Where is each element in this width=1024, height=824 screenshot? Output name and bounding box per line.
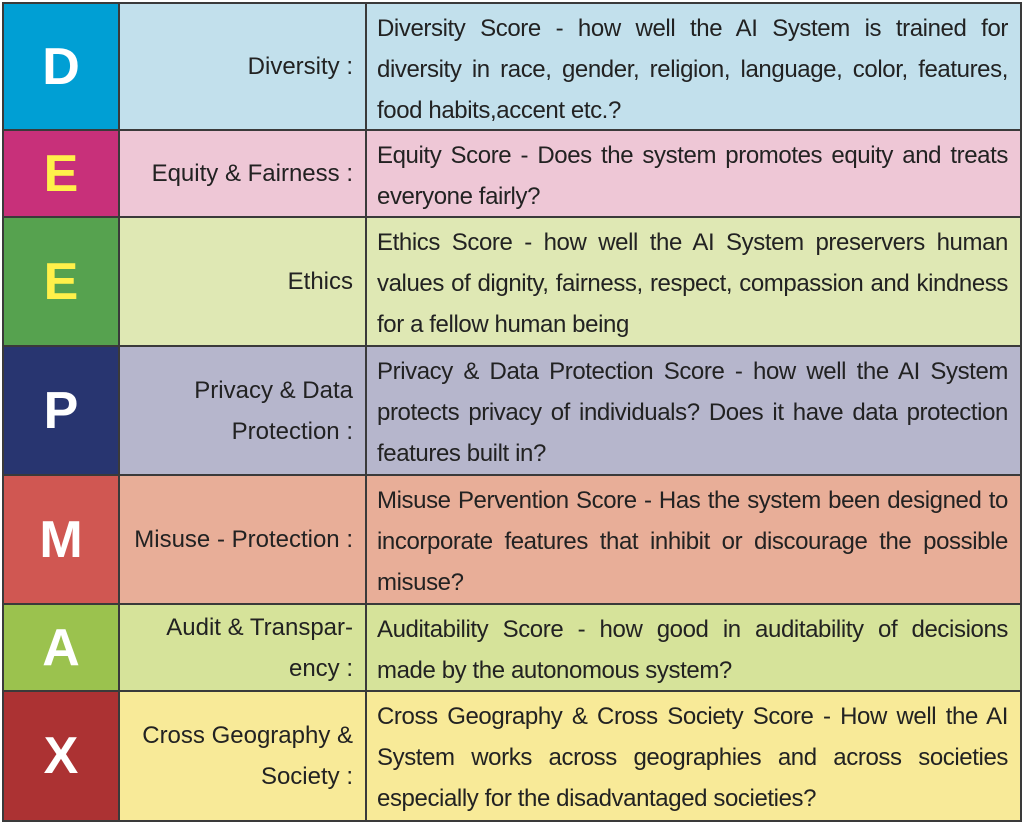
row-description: Diversity Score - how well the AI System… (365, 4, 1022, 129)
letter-badge: P (2, 347, 118, 474)
row-description: Cross Geography & Cross Society Score - … (365, 692, 1022, 820)
row-label: Diversity : (118, 4, 365, 129)
table-row-audit: A Audit & Transpar- ency : Auditability … (2, 605, 1022, 692)
letter-badge: E (2, 218, 118, 345)
row-description: Ethics Score - how well the AI System pr… (365, 218, 1022, 345)
row-description: Equity Score - Does the system promotes … (365, 131, 1022, 216)
row-label: Privacy & Data Protection : (118, 347, 365, 474)
table-row-privacy: P Privacy & Data Protection : Privacy & … (2, 347, 1022, 476)
letter-badge: A (2, 605, 118, 690)
table-row-cross-geography: X Cross Geography & Society : Cross Geog… (2, 692, 1022, 822)
table-row-misuse: M Misuse - Protection : Misuse Perventio… (2, 476, 1022, 605)
table-row-diversity: D Diversity : Diversity Score - how well… (2, 2, 1022, 131)
row-label: Cross Geography & Society : (118, 692, 365, 820)
table-row-equity: E Equity & Fairness : Equity Score - Doe… (2, 131, 1022, 218)
table-row-ethics: E Ethics Ethics Score - how well the AI … (2, 218, 1022, 347)
row-description: Privacy & Data Protection Score - how we… (365, 347, 1022, 474)
row-label: Misuse - Protection : (118, 476, 365, 603)
letter-badge: M (2, 476, 118, 603)
letter-badge: D (2, 4, 118, 129)
row-description: Misuse Pervention Score - Has the system… (365, 476, 1022, 603)
row-description: Auditability Score - how good in auditab… (365, 605, 1022, 690)
row-label: Equity & Fairness : (118, 131, 365, 216)
letter-badge: E (2, 131, 118, 216)
deepmax-table: D Diversity : Diversity Score - how well… (2, 2, 1022, 822)
letter-badge: X (2, 692, 118, 820)
row-label: Ethics (118, 218, 365, 345)
row-label: Audit & Transpar- ency : (118, 605, 365, 690)
